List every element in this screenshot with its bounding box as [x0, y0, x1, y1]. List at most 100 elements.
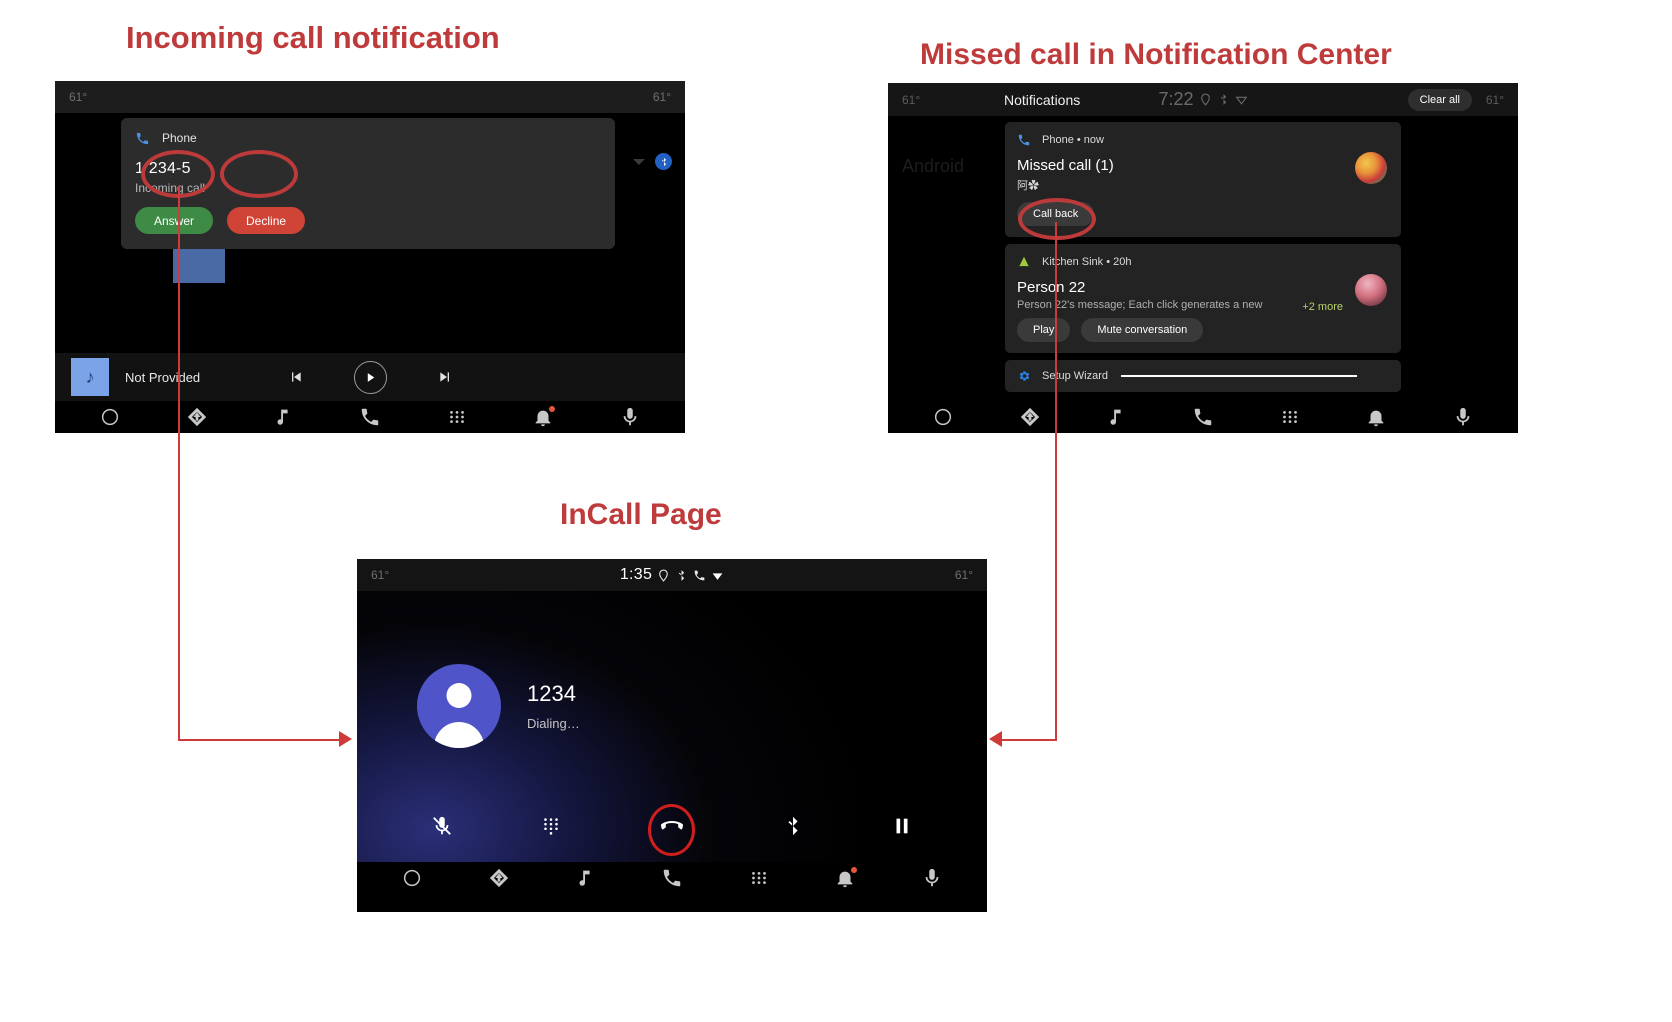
pause-icon[interactable] — [891, 815, 913, 837]
media-icon[interactable] — [272, 406, 294, 428]
incoming-call-screen: 61° 61° B Phone 1 234-5 Incoming call — [55, 81, 685, 433]
background-label: Android — [902, 156, 965, 176]
navigation-icon[interactable] — [488, 867, 510, 889]
contact-block: 1234 Dialing… — [417, 664, 580, 748]
media-track-title: Not Provided — [125, 369, 201, 385]
call-state-label: Incoming call — [135, 181, 206, 195]
system-nav-bar — [357, 862, 987, 894]
heading-missed-call: Missed call in Notification Center — [920, 38, 1392, 71]
avatar — [1355, 274, 1387, 306]
heads-up-notification[interactable]: Phone 1 234-5 Incoming call Answer Decli… — [121, 118, 615, 249]
apps-grid-icon[interactable] — [1279, 406, 1301, 428]
incoming-call-body: B Phone 1 234-5 Incoming call Answer Dec… — [55, 113, 685, 353]
notifications-bell-icon[interactable] — [1365, 406, 1387, 428]
system-nav-bar — [888, 401, 1518, 433]
annotation-arrowhead-answer — [339, 731, 352, 747]
phone-icon[interactable] — [661, 867, 683, 889]
notifications-bell-icon[interactable] — [834, 867, 858, 889]
notification-source: Kitchen Sink • 20h — [1042, 255, 1132, 268]
apps-grid-icon[interactable] — [748, 867, 770, 889]
navigation-icon[interactable] — [186, 406, 208, 428]
skip-previous-icon[interactable] — [288, 369, 304, 385]
status-center-group: 1:35 — [357, 566, 987, 584]
clock: 7:22 — [1158, 89, 1194, 109]
heading-incoming-call: Incoming call notification — [126, 20, 500, 55]
home-icon[interactable] — [401, 867, 423, 889]
status-bar: 61° 61° — [55, 81, 685, 113]
bluetooth-icon — [655, 153, 672, 170]
microphone-icon[interactable] — [1452, 406, 1474, 428]
decline-button[interactable]: Decline — [227, 207, 306, 234]
notification-source: Setup Wizard — [1042, 370, 1109, 382]
home-icon[interactable] — [932, 406, 954, 428]
temperature-left: 61° — [69, 90, 88, 104]
kitchen-sink-icon — [1017, 255, 1031, 269]
notifications-bell-icon[interactable] — [532, 406, 556, 428]
notification-center-screen: 61° Notifications 7:22 Clear all 61° And… — [888, 83, 1518, 433]
status-bar: 61° 1:35 61° — [357, 559, 987, 591]
heads-up-app-name: Phone — [162, 131, 197, 145]
annotation-arrow-callback-horizontal — [1002, 739, 1057, 741]
avatar — [417, 664, 501, 748]
call-number: 1234 — [527, 681, 576, 706]
end-call-icon — [660, 814, 684, 838]
avatar-torso — [434, 722, 484, 748]
music-note-icon: ♪ — [71, 358, 109, 396]
phone-icon — [1017, 133, 1031, 147]
heads-up-app-row: Phone — [135, 129, 601, 147]
bluetooth-icon[interactable] — [782, 815, 804, 837]
caller-number: 1 234-5 — [135, 160, 191, 177]
clear-all-button[interactable]: Clear all — [1407, 88, 1472, 111]
play-button[interactable] — [353, 360, 387, 394]
contact-text: 1234 Dialing… — [527, 681, 580, 731]
more-count-label: +2 more — [1302, 301, 1343, 313]
temperature-right: 61° — [652, 90, 671, 104]
gear-icon — [1017, 369, 1031, 383]
microphone-icon[interactable] — [921, 867, 943, 889]
microphone-icon[interactable] — [619, 406, 641, 428]
annotated-screenshot-collage: Incoming call notification Missed call i… — [0, 0, 1672, 1022]
annotation-arrow-answer-horizontal — [178, 739, 343, 741]
end-call-button[interactable] — [650, 804, 694, 848]
notification-source-row: Phone • now — [1017, 132, 1389, 147]
notification-actions: Play Mute conversation — [1017, 318, 1389, 342]
notification-source: Phone • now — [1042, 133, 1104, 146]
notification-headline: Missed call (1) — [1017, 157, 1114, 174]
answer-button[interactable]: Answer — [135, 207, 214, 234]
media-icon[interactable] — [1105, 406, 1127, 428]
heading-incall-page: InCall Page — [560, 498, 722, 531]
apps-grid-icon[interactable] — [446, 406, 468, 428]
notification-card-setup-wizard[interactable]: Setup Wizard — [1005, 360, 1401, 392]
notification-list: Android Phone • now Missed call (1) 阿✿ C… — [888, 116, 1518, 401]
phone-icon — [135, 131, 150, 146]
phone-icon[interactable] — [1192, 406, 1214, 428]
clock: 1:35 — [619, 566, 653, 583]
home-icon[interactable] — [99, 406, 121, 428]
bluetooth-icon — [1217, 93, 1230, 106]
incall-body: 1234 Dialing… — [357, 591, 987, 862]
location-icon — [657, 569, 670, 582]
heads-up-actions: Answer Decline — [135, 207, 601, 234]
play-button[interactable]: Play — [1017, 318, 1071, 342]
notification-center-header: 61° Notifications 7:22 Clear all 61° — [888, 83, 1518, 116]
notification-message: Person 22's message; Each click generate… — [1017, 299, 1263, 311]
notification-card-missed-call[interactable]: Phone • now Missed call (1) 阿✿ Call back — [1005, 122, 1401, 237]
location-icon — [1199, 93, 1212, 106]
temperature-right: 61° — [1485, 92, 1504, 107]
notification-actions: Call back — [1017, 202, 1389, 226]
notification-headline: Person 22 — [1017, 279, 1086, 296]
media-icon[interactable] — [574, 867, 596, 889]
notification-card-kitchen-sink[interactable]: Kitchen Sink • 20h Person 22 Person 22's… — [1005, 244, 1401, 353]
call-back-button[interactable]: Call back — [1017, 202, 1095, 226]
phone-icon[interactable] — [359, 406, 381, 428]
incall-screen: 61° 1:35 61° 1234 Dialing… — [357, 559, 987, 912]
media-bar: ♪ Not Provided — [55, 353, 685, 401]
mute-conversation-button[interactable]: Mute conversation — [1081, 318, 1204, 342]
call-controls — [357, 804, 987, 848]
wifi-icon — [711, 569, 724, 582]
skip-next-icon[interactable] — [437, 369, 453, 385]
dialpad-icon[interactable] — [540, 815, 562, 837]
bluetooth-icon — [675, 569, 688, 582]
navigation-icon[interactable] — [1019, 406, 1041, 428]
microphone-muted-icon[interactable] — [431, 815, 453, 837]
